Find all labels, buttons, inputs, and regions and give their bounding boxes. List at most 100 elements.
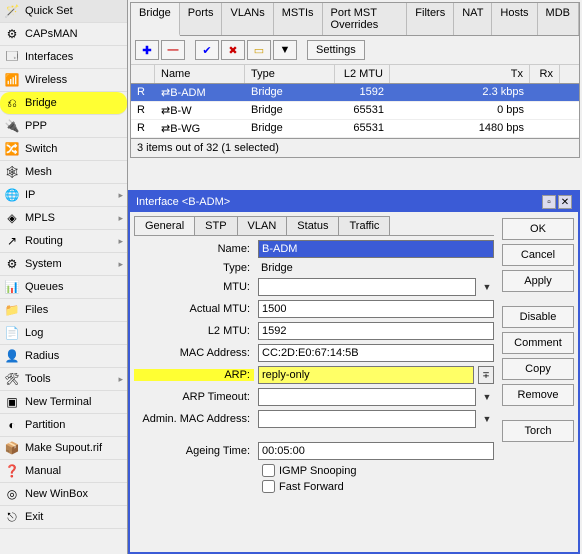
sidebar-item-wireless[interactable]: 📶Wireless — [0, 69, 127, 92]
dtab-general[interactable]: General — [134, 216, 195, 235]
sidebar-item-partition[interactable]: ◐Partition — [0, 414, 127, 437]
gear-icon: ⚙ — [4, 26, 20, 42]
dialog-buttons: OK Cancel Apply Disable Comment Copy Rem… — [498, 212, 578, 552]
sidebar-item-radius[interactable]: 👤Radius — [0, 345, 127, 368]
col-tx[interactable]: Tx — [390, 65, 530, 83]
expand-icon[interactable]: ▼ — [480, 410, 494, 428]
mtu-label: MTU: — [134, 281, 254, 293]
partition-icon: ◐ — [4, 417, 20, 433]
sidebar-item-capsman[interactable]: ⚙CAPsMAN — [0, 23, 127, 46]
ageing-input[interactable] — [258, 442, 494, 460]
globe-icon: 🌐 — [4, 187, 20, 203]
name-input[interactable] — [258, 240, 494, 258]
switch-icon: 🔀 — [4, 141, 20, 157]
igmp-checkbox[interactable] — [262, 464, 275, 477]
disable-button[interactable]: ✖ — [221, 40, 245, 60]
sidebar-item-log[interactable]: 📄Log — [0, 322, 127, 345]
arp-timeout-input[interactable] — [258, 388, 476, 406]
sidebar-item-interfaces[interactable]: 🗔Interfaces — [0, 46, 127, 69]
bridge-icon: ⎌ — [4, 95, 20, 111]
arp-label: ARP: — [134, 369, 254, 381]
torch-button[interactable]: Torch — [502, 420, 574, 442]
gear-icon: ⚙ — [4, 256, 20, 272]
admin-mac-input[interactable] — [258, 410, 476, 428]
sidebar-item-supout[interactable]: 📦Make Supout.rif — [0, 437, 127, 460]
sidebar-item-ip[interactable]: 🌐IP▸ — [0, 184, 127, 207]
tab-bridge[interactable]: Bridge — [131, 3, 180, 36]
mac-input — [258, 344, 494, 362]
dtab-traffic[interactable]: Traffic — [338, 216, 390, 235]
sidebar-item-switch[interactable]: 🔀Switch — [0, 138, 127, 161]
tab-mdb[interactable]: MDB — [538, 3, 579, 35]
expand-icon[interactable]: ▼ — [480, 388, 494, 406]
mtu-input[interactable] — [258, 278, 476, 296]
sidebar-item-newwinbox[interactable]: ◎New WinBox — [0, 483, 127, 506]
sidebar-item-quickset[interactable]: 🪄Quick Set — [0, 0, 127, 23]
col-l2mtu[interactable]: L2 MTU — [335, 65, 390, 83]
copy-button[interactable]: Copy — [502, 358, 574, 380]
tab-nat[interactable]: NAT — [454, 3, 492, 35]
sidebar-item-manual[interactable]: ❓Manual — [0, 460, 127, 483]
arp-timeout-label: ARP Timeout: — [134, 391, 254, 403]
grid-header: Name Type L2 MTU Tx Rx — [131, 64, 579, 84]
admin-mac-label: Admin. MAC Address: — [134, 413, 254, 425]
filter-button[interactable]: ▼ — [273, 40, 297, 60]
col-type[interactable]: Type — [245, 65, 335, 83]
enable-button[interactable]: ✔ — [195, 40, 219, 60]
chevron-right-icon: ▸ — [118, 190, 123, 201]
tab-portmst[interactable]: Port MST Overrides — [323, 3, 408, 35]
type-label: Type: — [134, 262, 254, 274]
tab-filters[interactable]: Filters — [407, 3, 454, 35]
window-icon: 🗔 — [4, 49, 20, 65]
apply-button[interactable]: Apply — [502, 270, 574, 292]
sidebar-item-tools[interactable]: 🛠Tools▸ — [0, 368, 127, 391]
igmp-label: IGMP Snooping — [279, 465, 356, 477]
sidebar-item-files[interactable]: 📁Files — [0, 299, 127, 322]
winbox-icon: ◎ — [4, 486, 20, 502]
remove-button[interactable]: Remove — [502, 384, 574, 406]
cancel-button[interactable]: Cancel — [502, 244, 574, 266]
table-row[interactable]: R ⇄B-W Bridge 65531 0 bps — [131, 102, 579, 120]
sidebar-item-terminal[interactable]: ▣New Terminal — [0, 391, 127, 414]
sidebar-item-mesh[interactable]: 🕸Mesh — [0, 161, 127, 184]
dialog-titlebar[interactable]: Interface <B-ADM> ▫ ✕ — [130, 192, 578, 212]
comment-button[interactable]: ▭ — [247, 40, 271, 60]
tab-mstis[interactable]: MSTIs — [274, 3, 323, 35]
col-flag[interactable] — [131, 65, 155, 83]
remove-button[interactable]: — — [161, 40, 185, 60]
col-rx[interactable]: Rx — [530, 65, 560, 83]
arp-input[interactable] — [258, 366, 474, 384]
dtab-vlan[interactable]: VLAN — [237, 216, 288, 235]
tab-ports[interactable]: Ports — [180, 3, 223, 35]
close-button[interactable]: ✕ — [558, 195, 572, 209]
sidebar-item-routing[interactable]: ↗Routing▸ — [0, 230, 127, 253]
sidebar-item-exit[interactable]: ⎋Exit — [0, 506, 127, 529]
add-button[interactable]: ✚ — [135, 40, 159, 60]
tab-vlans[interactable]: VLANs — [222, 3, 273, 35]
exit-icon: ⎋ — [4, 509, 20, 525]
table-row[interactable]: R ⇄B-WG Bridge 65531 1480 bps — [131, 120, 579, 138]
settings-button[interactable]: Settings — [307, 40, 365, 60]
l2mtu-input — [258, 322, 494, 340]
minimize-button[interactable]: ▫ — [542, 195, 556, 209]
col-name[interactable]: Name — [155, 65, 245, 83]
bridge-tabs: Bridge Ports VLANs MSTIs Port MST Overri… — [131, 3, 579, 36]
sidebar-item-system[interactable]: ⚙System▸ — [0, 253, 127, 276]
table-row[interactable]: R ⇄B-ADM Bridge 1592 2.3 kbps — [131, 84, 579, 102]
comment-button[interactable]: Comment — [502, 332, 574, 354]
plug-icon: 🔌 — [4, 118, 20, 134]
sidebar-item-mpls[interactable]: ◈MPLS▸ — [0, 207, 127, 230]
expand-icon[interactable]: ▼ — [480, 278, 494, 296]
dtab-stp[interactable]: STP — [194, 216, 237, 235]
ok-button[interactable]: OK — [502, 218, 574, 240]
chevron-right-icon: ▸ — [118, 374, 123, 385]
arp-dropdown-icon[interactable]: ∓ — [478, 366, 494, 384]
tab-hosts[interactable]: Hosts — [492, 3, 537, 35]
fastfwd-checkbox[interactable] — [262, 480, 275, 493]
sidebar-item-queues[interactable]: 📊Queues — [0, 276, 127, 299]
chevron-right-icon: ▸ — [118, 213, 123, 224]
disable-button[interactable]: Disable — [502, 306, 574, 328]
sidebar-item-bridge[interactable]: ⎌Bridge — [0, 92, 127, 115]
dtab-status[interactable]: Status — [286, 216, 339, 235]
sidebar-item-ppp[interactable]: 🔌PPP — [0, 115, 127, 138]
